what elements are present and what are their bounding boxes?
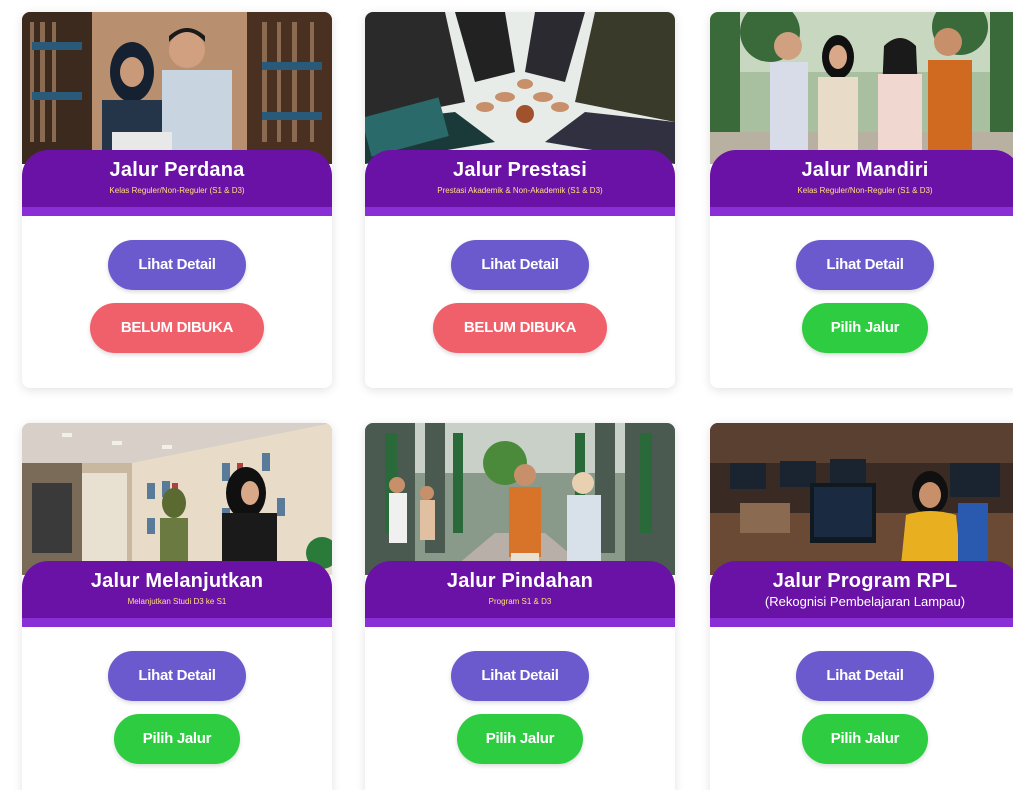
card-subtitle: (Rekognisi Pembelajaran Lampau) <box>764 594 966 609</box>
card-subtitle: Melanjutkan Studi D3 ke S1 <box>127 597 227 606</box>
library-shelves-photo <box>22 423 332 575</box>
card-jalur-perdana: Jalur Perdana Kelas Reguler/Non-Reguler … <box>22 12 332 388</box>
choose-path-button[interactable]: Pilih Jalur <box>802 303 928 353</box>
campus-students-photo <box>710 12 1013 164</box>
detail-button[interactable]: Lihat Detail <box>796 651 934 701</box>
banner-strip <box>710 207 1013 216</box>
campus-walkway-photo <box>365 423 675 575</box>
choose-path-button[interactable]: Pilih Jalur <box>457 714 583 764</box>
card-subtitle: Kelas Reguler/Non-Reguler (S1 & D3) <box>109 186 245 195</box>
card-banner: Jalur Melanjutkan Melanjutkan Studi D3 k… <box>22 561 332 627</box>
detail-button[interactable]: Lihat Detail <box>451 651 589 701</box>
banner-strip <box>22 207 332 216</box>
card-banner: Jalur Perdana Kelas Reguler/Non-Reguler … <box>22 150 332 216</box>
choose-path-button[interactable]: Pilih Jalur <box>802 714 928 764</box>
detail-button[interactable]: Lihat Detail <box>108 240 246 290</box>
card-jalur-pindahan: Jalur Pindahan Program S1 & D3 Lihat Det… <box>365 423 675 790</box>
team-hands-photo <box>365 12 675 164</box>
card-jalur-mandiri: Jalur Mandiri Kelas Reguler/Non-Reguler … <box>710 12 1013 388</box>
choose-path-button[interactable]: Pilih Jalur <box>114 714 240 764</box>
card-banner: Jalur Program RPL (Rekognisi Pembelajara… <box>710 561 1013 627</box>
detail-button[interactable]: Lihat Detail <box>451 240 589 290</box>
not-open-button[interactable]: BELUM DIBUKA <box>90 303 264 353</box>
card-title: Jalur Prestasi <box>453 159 587 181</box>
detail-button[interactable]: Lihat Detail <box>108 651 246 701</box>
card-banner: Jalur Mandiri Kelas Reguler/Non-Reguler … <box>710 150 1013 216</box>
card-title: Jalur Mandiri <box>801 159 929 181</box>
card-subtitle: Kelas Reguler/Non-Reguler (S1 & D3) <box>797 186 933 195</box>
card-title: Jalur Melanjutkan <box>90 570 264 592</box>
banner-strip <box>365 618 675 627</box>
card-jalur-prestasi: Jalur Prestasi Prestasi Akademik & Non-A… <box>365 12 675 388</box>
banner-strip <box>22 618 332 627</box>
card-subtitle: Prestasi Akademik & Non-Akademik (S1 & D… <box>437 186 603 195</box>
card-jalur-program-rpl: Jalur Program RPL (Rekognisi Pembelajara… <box>710 423 1013 790</box>
card-subtitle: Program S1 & D3 <box>488 597 552 606</box>
card-title: Jalur Pindahan <box>446 570 594 592</box>
computer-lab-photo <box>710 423 1013 575</box>
card-title: Jalur Program RPL <box>772 570 958 592</box>
card-jalur-melanjutkan: Jalur Melanjutkan Melanjutkan Studi D3 k… <box>22 423 332 790</box>
card-title: Jalur Perdana <box>109 159 245 181</box>
not-open-button[interactable]: BELUM DIBUKA <box>433 303 607 353</box>
card-banner: Jalur Pindahan Program S1 & D3 <box>365 561 675 627</box>
banner-strip <box>710 618 1013 627</box>
admission-paths-grid: Jalur Perdana Kelas Reguler/Non-Reguler … <box>0 0 1013 790</box>
library-students-photo <box>22 12 332 164</box>
card-banner: Jalur Prestasi Prestasi Akademik & Non-A… <box>365 150 675 216</box>
banner-strip <box>365 207 675 216</box>
detail-button[interactable]: Lihat Detail <box>796 240 934 290</box>
